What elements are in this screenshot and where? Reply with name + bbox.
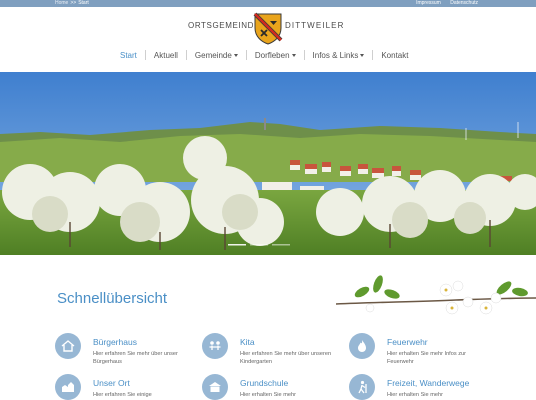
card-title: Kita bbox=[240, 337, 255, 347]
icon-circle bbox=[55, 333, 81, 359]
impressum-link[interactable]: Impressum bbox=[416, 0, 441, 6]
hero-slider[interactable] bbox=[0, 72, 536, 255]
children-icon bbox=[209, 341, 221, 350]
top-links: Impressum Datenschutz bbox=[408, 0, 478, 7]
breadcrumb: Home >> Start bbox=[55, 0, 89, 7]
card-description: Hier erhalten Sie mehr Infos zur Feuerwe… bbox=[387, 351, 466, 365]
card-title: Feuerwehr bbox=[387, 337, 428, 347]
logo-text-left[interactable]: ORTSGEMEINDE bbox=[188, 21, 260, 30]
card-description: Hier erfahren Sie mehr über unseren Kind… bbox=[240, 351, 332, 365]
fire-icon bbox=[358, 340, 366, 352]
card-description: Hier erhalten Sie mehr bbox=[387, 392, 443, 398]
main-nav: Start Aktuell Gemeinde Dorfleben Infos &… bbox=[112, 49, 416, 61]
hero-landscape-image bbox=[0, 72, 536, 255]
card-feuerwehr[interactable]: Feuerwehr Hier erhalten Sie mehr Infos z… bbox=[349, 333, 489, 373]
logo-text-right[interactable]: DITTWEILER bbox=[285, 21, 344, 30]
nav-item-label: Gemeinde bbox=[194, 50, 232, 60]
slider-indicator[interactable] bbox=[228, 244, 290, 246]
nav-item-infos-links[interactable]: Infos & Links bbox=[305, 51, 373, 60]
nav-item-label: Infos & Links bbox=[312, 50, 359, 60]
caret-down-icon bbox=[360, 53, 365, 57]
card-description: Hier erhalten Sie mehr bbox=[240, 392, 296, 398]
icon-circle bbox=[202, 333, 228, 359]
quick-overview-title: Schnellübersicht bbox=[57, 290, 168, 307]
nav-item-label: Dorfleben bbox=[254, 50, 290, 60]
nav-item-start[interactable]: Start bbox=[112, 51, 145, 60]
card-description: Hier erfahren Sie mehr über unser Bürger… bbox=[93, 351, 178, 365]
datenschutz-link[interactable]: Datenschutz bbox=[450, 0, 478, 6]
nav-item-label: Kontakt bbox=[381, 50, 409, 60]
caret-down-icon bbox=[291, 53, 296, 57]
icon-circle bbox=[202, 374, 228, 400]
card-kita[interactable]: Kita Hier erfahren Sie mehr über unseren… bbox=[202, 333, 342, 373]
coat-of-arms-icon[interactable] bbox=[253, 12, 283, 45]
card-title: Bürgerhaus bbox=[93, 337, 137, 347]
card-title: Unser Ort bbox=[93, 378, 130, 388]
blossom-decoration-image bbox=[336, 275, 536, 315]
card-title: Freizeit, Wanderwege bbox=[387, 378, 470, 388]
nav-item-aktuell[interactable]: Aktuell bbox=[146, 51, 186, 60]
card-grundschule[interactable]: Grundschule Hier erhalten Sie mehr bbox=[202, 374, 342, 400]
caret-down-icon bbox=[233, 53, 238, 57]
icon-circle bbox=[349, 333, 375, 359]
nav-item-label: Start bbox=[120, 50, 137, 60]
nav-item-label: Aktuell bbox=[153, 50, 178, 60]
card-buergerhaus[interactable]: Bürgerhaus Hier erfahren Sie mehr über u… bbox=[55, 333, 195, 373]
nav-item-kontakt[interactable]: Kontakt bbox=[373, 51, 416, 60]
hiker-icon bbox=[358, 380, 367, 394]
card-description: Hier erfahren Sie einige bbox=[93, 392, 152, 398]
card-title: Grundschule bbox=[240, 378, 289, 388]
breadcrumb-separator: >> bbox=[70, 0, 77, 6]
breadcrumb-current: Start bbox=[78, 0, 89, 6]
house-icon bbox=[61, 340, 75, 352]
card-unser-ort[interactable]: Unser Ort Hier erfahren Sie einige bbox=[55, 374, 195, 400]
icon-circle bbox=[349, 374, 375, 400]
village-icon bbox=[62, 382, 74, 392]
icon-circle bbox=[55, 374, 81, 400]
nav-item-gemeinde[interactable]: Gemeinde bbox=[187, 51, 246, 60]
card-freizeit-wanderwege[interactable]: Freizeit, Wanderwege Hier erhalten Sie m… bbox=[349, 374, 489, 400]
nav-item-dorfleben[interactable]: Dorfleben bbox=[247, 51, 304, 60]
breadcrumb-home-link[interactable]: Home bbox=[55, 0, 68, 6]
school-icon bbox=[209, 382, 221, 392]
